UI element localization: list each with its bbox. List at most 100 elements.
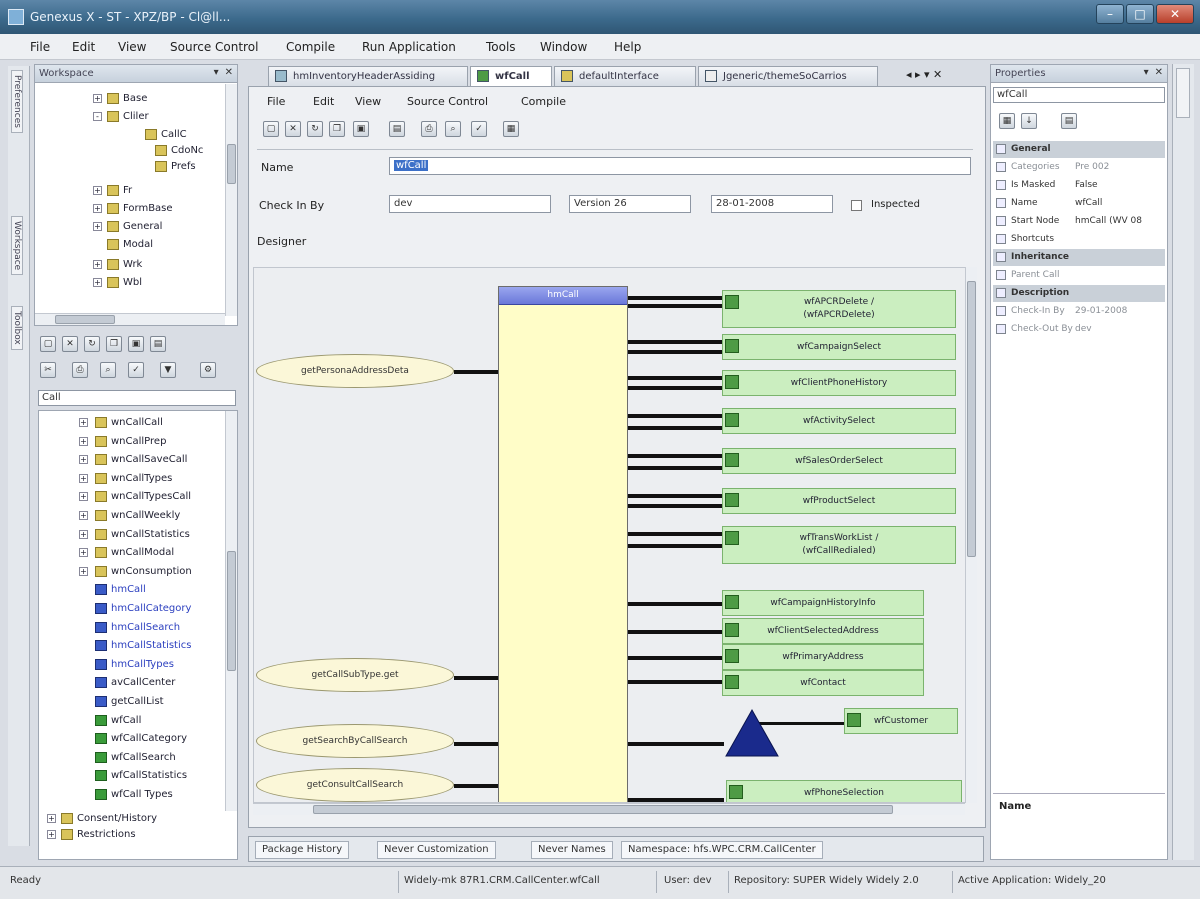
properties-object-select[interactable]: wfCall — [993, 87, 1165, 103]
save-icon[interactable]: ▣ — [128, 336, 144, 352]
properties-icon[interactable]: ▤ — [389, 121, 405, 137]
side-tab-preferences[interactable]: Preferences — [11, 70, 23, 133]
menu-window[interactable]: Window — [540, 40, 587, 54]
property-row[interactable]: Start Node hmCall (WV 08 — [993, 213, 1165, 230]
property-category[interactable]: Description — [993, 285, 1165, 302]
check-icon[interactable]: ✓ — [128, 362, 144, 378]
expand-icon[interactable]: + — [93, 186, 102, 195]
expand-icon[interactable]: + — [79, 455, 88, 465]
save-icon[interactable]: ▣ — [353, 121, 369, 137]
workflow-node[interactable]: wfProductSelect — [722, 488, 956, 514]
left-node-3[interactable]: getConsultCallSearch — [256, 768, 454, 802]
properties-icon[interactable]: ▤ — [150, 336, 166, 352]
diagram-vscrollbar[interactable] — [965, 267, 977, 803]
tab-never-names[interactable]: Never Names — [531, 841, 613, 859]
left-node-1[interactable]: getCallSubType.get — [256, 658, 454, 692]
workflow-node[interactable]: wfContact — [722, 670, 924, 696]
start-node-box[interactable]: hmCall — [498, 286, 628, 802]
filter-icon[interactable]: ▼ — [160, 362, 176, 378]
bottom-node[interactable]: wfPhoneSelection — [726, 780, 962, 802]
expand-icon[interactable]: + — [93, 222, 102, 231]
diagram-hscrollbar[interactable] — [253, 803, 965, 815]
menu-source-control[interactable]: Source Control — [170, 40, 258, 54]
property-row[interactable]: Check-In By 29-01-2008 — [993, 303, 1165, 320]
expand-icon[interactable]: + — [79, 511, 88, 520]
copy-icon[interactable]: ❐ — [106, 336, 122, 352]
expand-icon[interactable]: + — [93, 260, 102, 269]
workflow-node[interactable]: wfAPCRDelete / (wfAPCRDelete) — [722, 290, 956, 328]
cut-icon[interactable]: ✂ — [40, 362, 56, 378]
checkin-version-input[interactable]: Version 26 — [569, 195, 691, 213]
menu-help[interactable]: Help — [614, 40, 641, 54]
editor-menu-source-control[interactable]: Source Control — [407, 95, 488, 108]
workflow-diagram[interactable]: hmCall getPersonaAddressDeta getCallSubT… — [253, 267, 969, 803]
left-node-2[interactable]: getSearchByCallSearch — [256, 724, 454, 758]
workflow-node[interactable]: wfClientPhoneHistory — [722, 370, 956, 396]
property-row[interactable]: Check-Out By dev — [993, 321, 1165, 338]
new-icon[interactable]: ▢ — [263, 121, 279, 137]
expand-icon[interactable]: + — [93, 204, 102, 213]
workflow-node[interactable]: wfCampaignSelect — [722, 334, 956, 360]
left-node-0[interactable]: getPersonaAddressDeta — [256, 354, 454, 388]
tools-icon[interactable]: ⚙ — [200, 362, 216, 378]
doc-tab-inventory[interactable]: hmInventoryHeaderAssiding — [268, 66, 468, 86]
inspected-checkbox[interactable] — [851, 200, 862, 211]
menu-view[interactable]: View — [118, 40, 146, 54]
expand-icon[interactable]: + — [79, 473, 88, 483]
workflow-node[interactable]: wfActivitySelect — [722, 408, 956, 434]
property-category[interactable]: Inheritance — [993, 249, 1165, 266]
menu-compile[interactable]: Compile — [286, 40, 335, 54]
copy-icon[interactable]: ❐ — [329, 121, 345, 137]
check-icon[interactable]: ✓ — [471, 121, 487, 137]
menu-edit[interactable]: Edit — [72, 40, 95, 54]
workspace-tree-scrollbar[interactable] — [225, 84, 237, 316]
doc-tab-theme[interactable]: Jgeneric/themeSoCarrios — [698, 66, 878, 86]
collapse-icon[interactable] — [996, 288, 1006, 298]
property-row[interactable]: Name wfCall — [993, 195, 1165, 212]
close-icon[interactable]: ✕ — [225, 67, 233, 78]
property-row[interactable]: Is Masked False — [993, 177, 1165, 194]
delete-icon[interactable]: ✕ — [285, 121, 301, 137]
editor-menu-view[interactable]: View — [355, 95, 381, 108]
pin-icon[interactable]: ▾ — [1144, 67, 1149, 78]
property-row[interactable]: Shortcuts — [993, 231, 1165, 248]
side-tab-output[interactable] — [1176, 68, 1190, 118]
checkin-date-input[interactable]: 28-01-2008 — [711, 195, 833, 213]
refresh-icon[interactable]: ↻ — [84, 336, 100, 352]
checkin-user-input[interactable]: dev — [389, 195, 551, 213]
workflow-node[interactable]: wfTransWorkList / (wfCallRedialed) — [722, 526, 956, 564]
find-icon[interactable]: ⌕ — [445, 121, 461, 137]
editor-menu-compile[interactable]: Compile — [521, 95, 566, 108]
tab-package-history[interactable]: Package History — [255, 841, 350, 859]
side-tab-toolbox[interactable]: Toolbox — [11, 306, 23, 350]
collapse-icon[interactable] — [996, 252, 1006, 262]
minimize-button[interactable]: – — [1096, 4, 1124, 24]
workspace-tree-hscrollbar[interactable] — [35, 313, 225, 325]
far-node[interactable]: wfCustomer — [844, 708, 958, 734]
categorized-icon[interactable]: ▦ — [999, 113, 1015, 129]
expand-icon[interactable]: + — [79, 566, 88, 576]
editor-menu-file[interactable]: File — [267, 95, 285, 108]
tab-namespace[interactable]: Namespace: hfs.WPC.CRM.CallCenter — [621, 841, 823, 859]
doc-tab-default-interface[interactable]: defaultInterface — [554, 66, 696, 86]
print-icon[interactable]: ⎙ — [72, 362, 88, 378]
delete-icon[interactable]: ✕ — [62, 336, 78, 352]
close-icon[interactable]: ✕ — [1155, 67, 1163, 78]
property-row[interactable]: Parent Call — [993, 267, 1165, 284]
expand-icon[interactable]: + — [79, 436, 88, 446]
editor-menu-edit[interactable]: Edit — [313, 95, 334, 108]
menu-run-application[interactable]: Run Application — [362, 40, 456, 54]
workflow-node[interactable]: wfSalesOrderSelect — [722, 448, 956, 474]
tab-never-customization[interactable]: Never Customization — [377, 841, 496, 859]
property-row[interactable]: Categories Pre 002 — [993, 159, 1165, 176]
workflow-node[interactable]: wfCampaignHistoryInfo — [722, 590, 924, 616]
expand-icon[interactable]: + — [79, 548, 88, 558]
workflow-node[interactable]: wfPrimaryAddress — [722, 644, 924, 670]
property-pages-icon[interactable]: ▤ — [1061, 113, 1077, 129]
menu-file[interactable]: File — [30, 40, 50, 54]
expand-icon[interactable]: - — [93, 112, 102, 121]
decision-triangle-icon[interactable] — [724, 708, 780, 758]
object-tree-scrollbar[interactable] — [225, 411, 237, 811]
tab-nav-arrows[interactable]: ◂ ▸ ▾ ✕ — [906, 68, 942, 81]
pin-icon[interactable]: ▾ — [214, 67, 219, 78]
